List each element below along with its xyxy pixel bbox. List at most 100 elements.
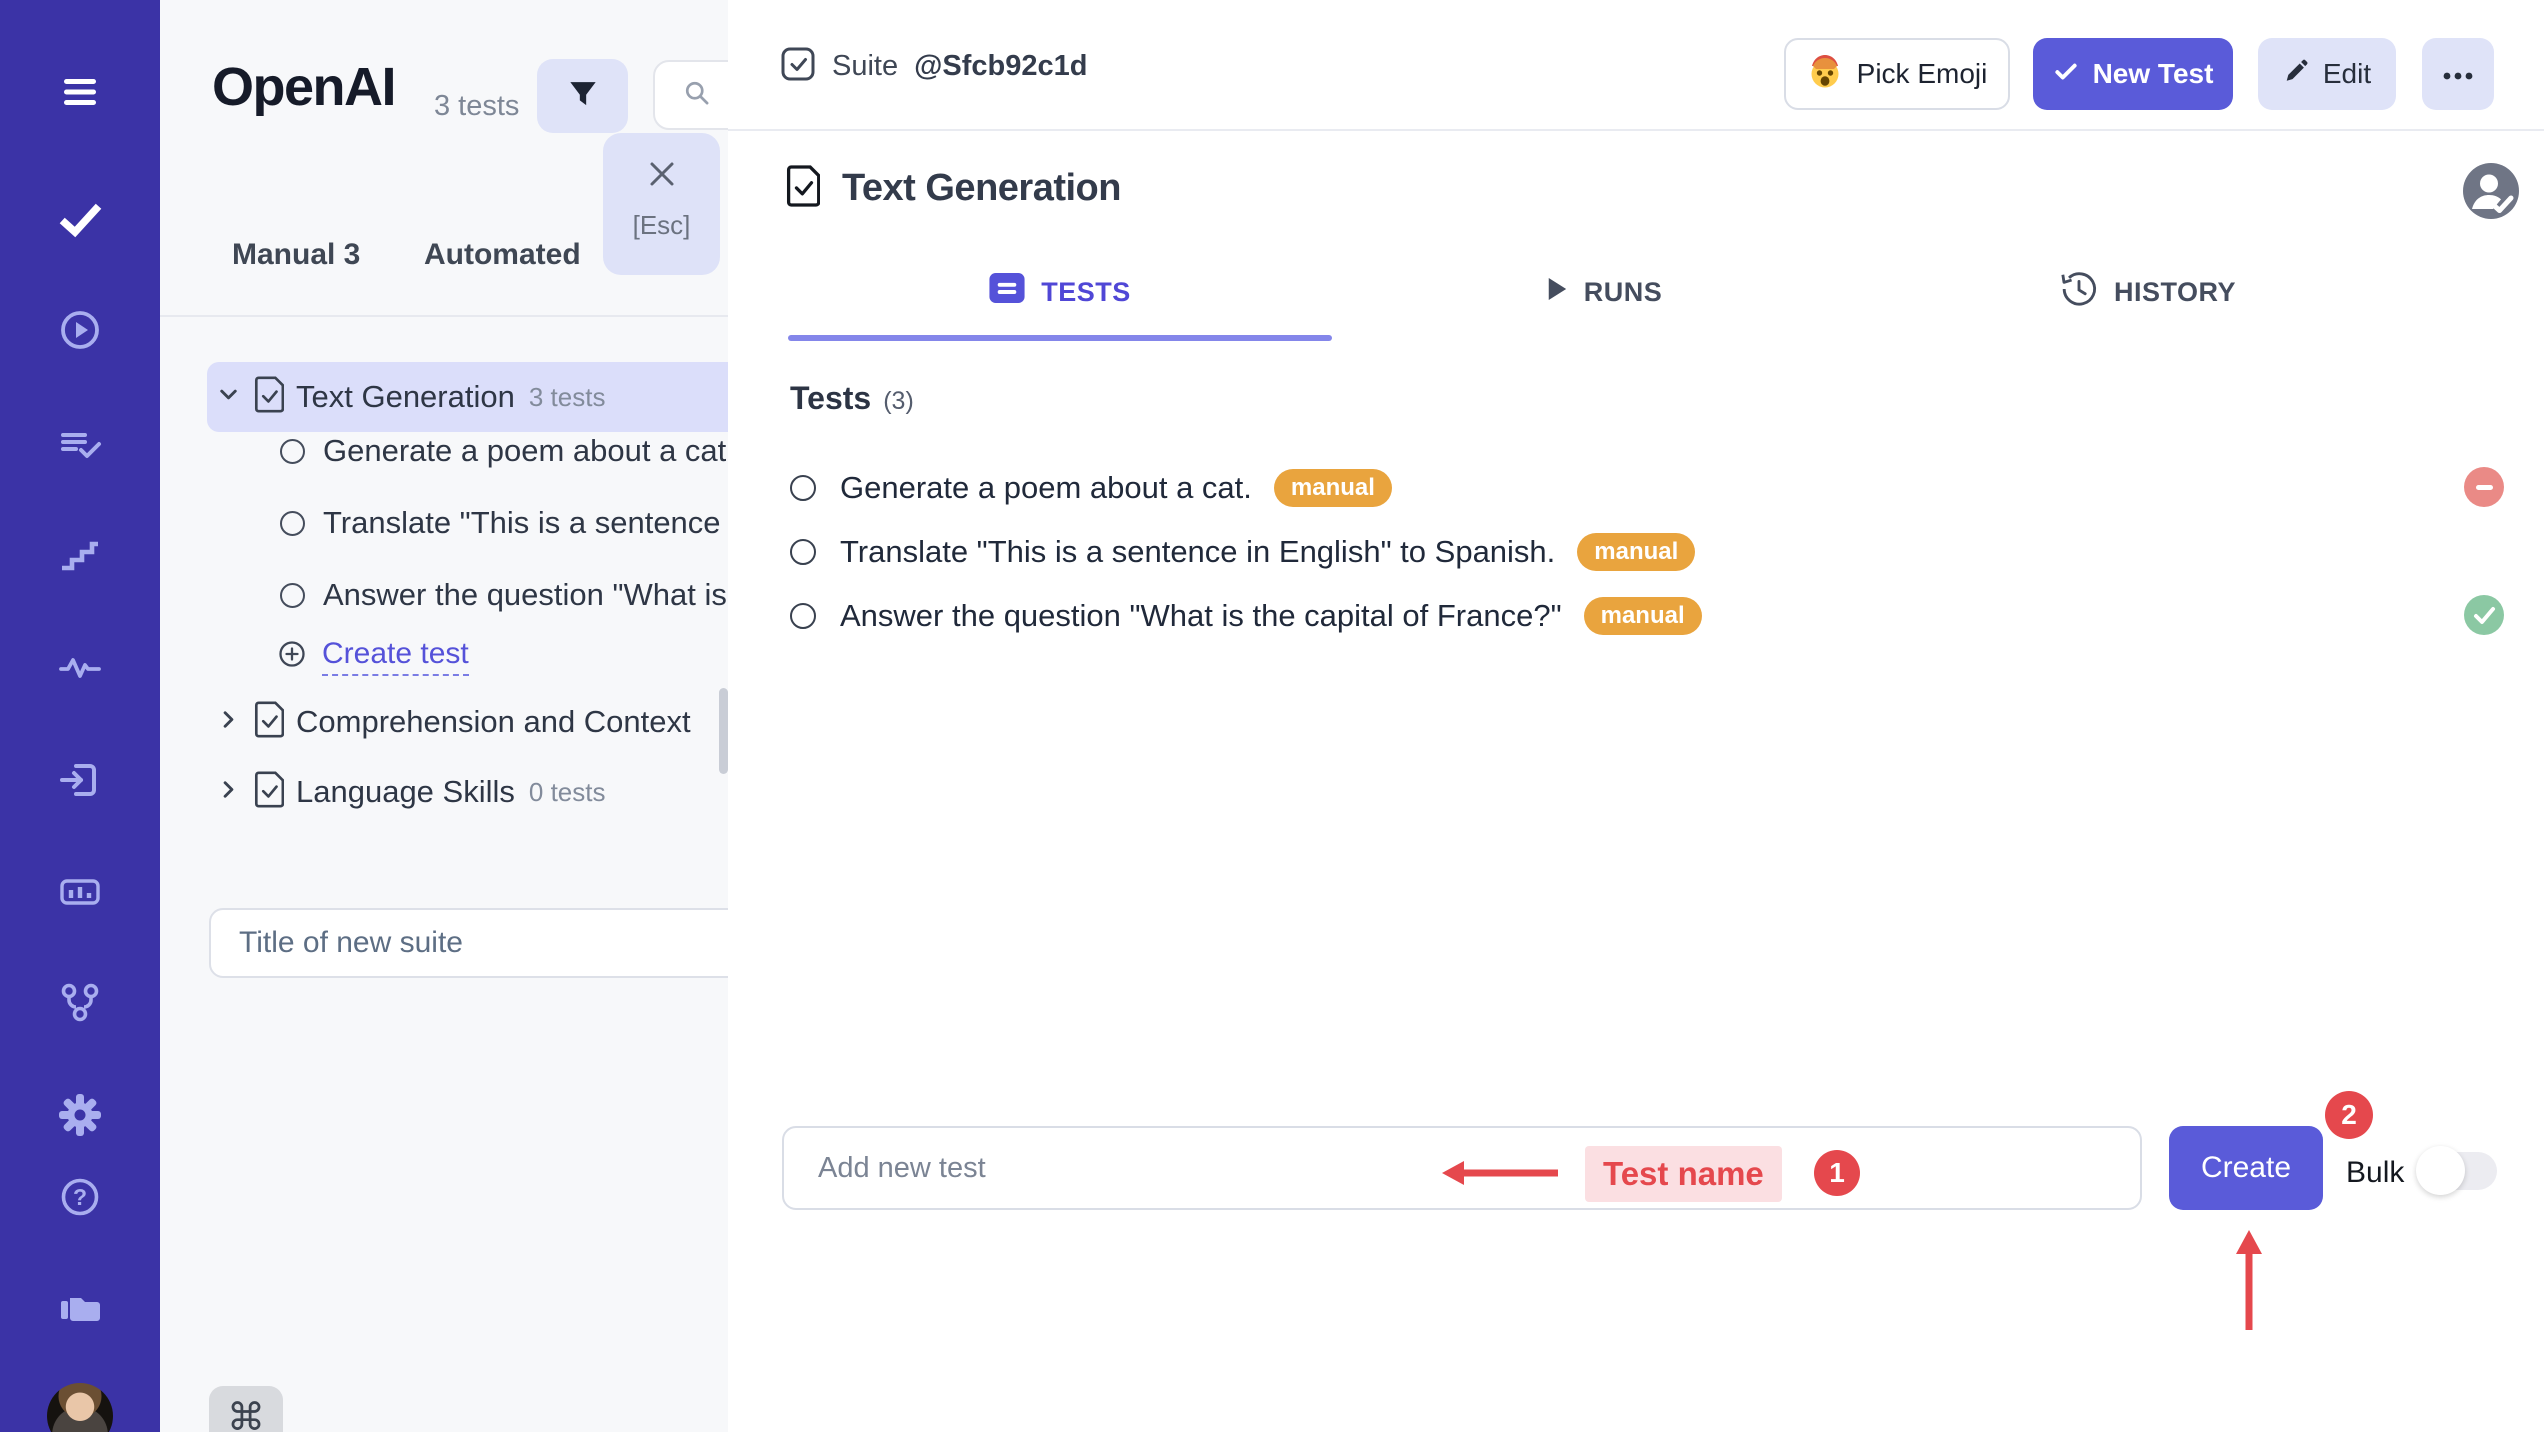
suite-id: @Sfcb92c1d	[914, 50, 1087, 83]
plus-circle-icon	[278, 640, 306, 673]
test-row[interactable]: Answer the question "What is the capital…	[790, 590, 1702, 642]
panel-divider	[160, 315, 728, 317]
close-icon[interactable]	[645, 157, 679, 196]
annotation-up-arrow	[2226, 1228, 2272, 1334]
tree-node-label: Language Skills	[296, 774, 515, 810]
suite-label: Suite	[832, 50, 898, 83]
annotation-step-2-badge: 2	[2325, 1091, 2373, 1139]
tests-card-icon	[989, 273, 1025, 311]
create-test-row[interactable]: Create test	[278, 633, 469, 679]
filter-funnel-icon	[564, 75, 602, 118]
bulk-toggle[interactable]	[2419, 1152, 2497, 1190]
active-tab-underline	[788, 335, 1332, 341]
manual-badge: manual	[1584, 597, 1702, 635]
pick-emoji-button[interactable]: Pick Emoji	[1784, 38, 2010, 110]
git-branch-icon[interactable]	[56, 978, 104, 1026]
test-text: Answer the question "What is the capital…	[840, 598, 1562, 634]
bar-chart-icon[interactable]	[56, 868, 104, 916]
test-row[interactable]: Generate a poem about a cat. manual	[790, 462, 1392, 514]
stairs-icon[interactable]	[56, 533, 104, 581]
new-test-button[interactable]: New Test	[2033, 38, 2233, 110]
add-new-test-input[interactable]	[782, 1126, 2142, 1210]
test-circle-icon	[280, 511, 305, 536]
test-text: Generate a poem about a cat.	[840, 470, 1252, 506]
app-screen: ? OpenAI 3 tests [Esc] Manual 3 Automa	[0, 0, 2544, 1432]
test-circle-icon	[280, 439, 305, 464]
command-key-glyph: ⌘	[227, 1395, 265, 1432]
pick-emoji-label: Pick Emoji	[1857, 58, 1988, 90]
page-title: Text Generation	[842, 167, 1121, 210]
new-suite-title-input[interactable]	[209, 908, 728, 978]
command-key-button[interactable]: ⌘	[209, 1386, 283, 1432]
pencil-icon	[2283, 58, 2309, 91]
project-tests-count: 3 tests	[434, 90, 519, 123]
tree-test-item[interactable]: Generate a poem about a cat.	[280, 429, 728, 473]
tree-node-label: Text Generation	[296, 379, 515, 415]
tests-count: (3)	[883, 387, 914, 416]
tree-node-comprehension[interactable]: Comprehension and Context	[215, 698, 705, 746]
suite-title-row: Text Generation	[786, 160, 1121, 216]
test-circle-icon	[790, 475, 816, 501]
tests-nav-check-icon[interactable]	[56, 196, 104, 244]
more-options-button[interactable]	[2422, 38, 2494, 110]
suite-tree-panel: OpenAI 3 tests [Esc] Manual 3 Automated	[160, 0, 728, 1432]
playlist-check-icon[interactable]	[56, 421, 104, 469]
tab-tests-label: TESTS	[1041, 277, 1131, 308]
user-check-avatar[interactable]	[2462, 162, 2520, 220]
tree-test-label: Answer the question "What is the capital…	[323, 577, 728, 613]
tab-history[interactable]: HISTORY	[1876, 252, 2420, 332]
tab-tests[interactable]: TESTS	[788, 252, 1332, 332]
sign-in-icon[interactable]	[56, 756, 104, 804]
filter-button[interactable]	[537, 59, 628, 133]
more-dots-icon	[2441, 58, 2475, 90]
play-icon	[1546, 275, 1568, 310]
user-avatar-photo[interactable]	[47, 1383, 113, 1432]
tests-section-heading: Tests (3)	[790, 380, 914, 417]
file-check-icon	[254, 701, 284, 743]
tree-node-label: Comprehension and Context	[296, 704, 691, 740]
folder-icon[interactable]	[56, 1284, 104, 1332]
test-circle-icon	[790, 539, 816, 565]
search-input[interactable]	[653, 60, 728, 130]
tab-runs[interactable]: RUNS	[1332, 252, 1876, 332]
tree-node-count: 0 tests	[529, 777, 606, 808]
tests-heading: Tests	[790, 380, 871, 417]
tab-automated[interactable]: Automated	[424, 238, 581, 272]
suite-breadcrumb: Suite @Sfcb92c1d	[780, 40, 1087, 92]
project-title: OpenAI	[212, 56, 395, 118]
chevron-right-icon	[215, 776, 242, 808]
tree-node-count: 3 tests	[529, 382, 606, 413]
esc-hint: [Esc]	[633, 210, 691, 241]
svg-text:?: ?	[73, 1184, 87, 1210]
app-sidebar: ?	[0, 0, 160, 1432]
tree-test-item[interactable]: Answer the question "What is the capital…	[280, 573, 728, 617]
tree-node-language-skills[interactable]: Language Skills 0 tests	[215, 768, 605, 816]
tree-test-item[interactable]: Translate "This is a sentence in English…	[280, 501, 728, 545]
tree-node-text-generation[interactable]: Text Generation 3 tests	[207, 362, 728, 432]
file-check-icon	[254, 771, 284, 813]
status-passed-icon	[2464, 595, 2504, 635]
exploding-head-emoji-icon	[1807, 53, 1843, 96]
settings-gear-icon[interactable]	[56, 1091, 104, 1139]
manual-badge: manual	[1577, 533, 1695, 571]
test-text: Translate "This is a sentence in English…	[840, 534, 1555, 570]
edit-button[interactable]: Edit	[2258, 38, 2396, 110]
panel-scrollbar[interactable]	[719, 688, 728, 774]
create-test-link[interactable]: Create test	[322, 637, 469, 676]
tree-test-label: Translate "This is a sentence in English…	[323, 505, 728, 541]
file-check-icon	[786, 165, 820, 212]
help-icon[interactable]: ?	[56, 1173, 104, 1221]
chevron-right-icon	[215, 706, 242, 738]
test-row[interactable]: Translate "This is a sentence in English…	[790, 526, 1695, 578]
history-clock-icon	[2060, 270, 2098, 315]
tab-manual[interactable]: Manual 3	[232, 238, 360, 272]
status-excluded-icon	[2464, 467, 2504, 507]
play-circle-icon[interactable]	[56, 306, 104, 354]
menu-icon[interactable]	[56, 68, 104, 116]
file-check-icon	[254, 376, 284, 418]
activity-pulse-icon[interactable]	[56, 643, 104, 691]
search-icon	[679, 75, 715, 116]
create-button[interactable]: Create	[2169, 1126, 2323, 1210]
suite-check-icon	[780, 46, 816, 87]
tree-test-label: Generate a poem about a cat.	[323, 433, 728, 469]
